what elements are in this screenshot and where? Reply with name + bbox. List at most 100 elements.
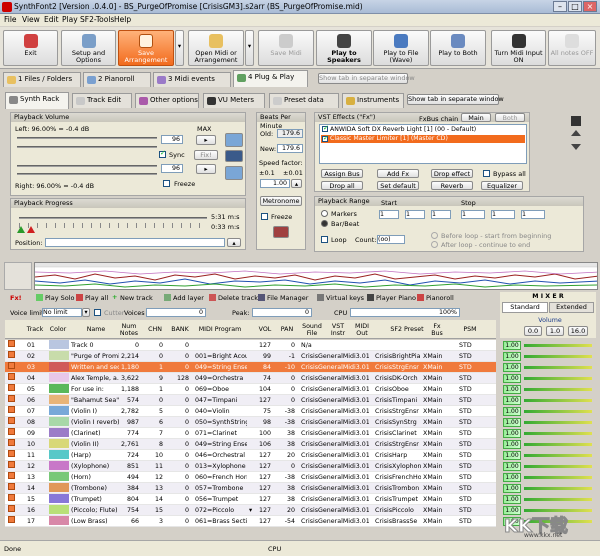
fx-toggle[interactable]: Fx!	[10, 294, 22, 302]
track-color-swatch[interactable]	[49, 494, 69, 503]
col-track[interactable]: Track	[25, 326, 45, 333]
table-row[interactable]: 02 "Purge of Promise2,214 0 0 001=Bright Aco…	[5, 351, 496, 362]
set-default-button[interactable]: Set default	[377, 181, 419, 190]
cutter-checkbox[interactable]	[94, 309, 101, 316]
main-bus-button[interactable]: Main	[461, 113, 491, 122]
track-enable-checkbox[interactable]	[8, 395, 15, 402]
cell-name[interactable]: (Violin I)	[71, 406, 119, 417]
speed-spin[interactable]: ▴	[291, 179, 302, 188]
track-enable-checkbox[interactable]	[8, 384, 15, 391]
tab-files-folders[interactable]: 1 Files / Folders	[3, 72, 81, 87]
mixer-preset-16[interactable]: 16.0	[568, 326, 588, 336]
mixer-extended-tab[interactable]: Extended	[549, 302, 594, 313]
mixer-level-value[interactable]: 1.00	[503, 440, 521, 449]
track-enable-checkbox[interactable]	[8, 362, 15, 369]
both-bus-button[interactable]: Both	[495, 113, 525, 122]
move-up-icon[interactable]	[571, 130, 581, 136]
open-dropdown-button[interactable]: ▾	[245, 30, 254, 66]
table-row[interactable]: 16 (Piccolo; Flute) 754 15 0 072=Piccolo 127 20…	[5, 505, 496, 516]
mixer-level-value[interactable]: 1.00	[503, 429, 521, 438]
volume-up-icon[interactable]	[225, 133, 243, 147]
table-row[interactable]: 09 (Clarinet) 774 7 0 071=Clarinet 100 38 Crisis…	[5, 428, 496, 439]
menu-help[interactable]: Help	[114, 15, 131, 24]
metronome-button[interactable]: Metronome	[260, 196, 302, 206]
menu-edit[interactable]: Edit	[44, 15, 59, 24]
mixer-channel[interactable]: 1.00	[500, 395, 595, 406]
add-fx-button[interactable]: Add Fx	[377, 169, 419, 178]
track-color-swatch[interactable]	[49, 505, 69, 514]
mixer-channel[interactable]: 1.00	[500, 461, 595, 472]
right-volume-slider[interactable]	[17, 165, 157, 167]
vst-effect-checkbox[interactable]	[322, 124, 329, 132]
mixer-volume-fader[interactable]	[524, 454, 592, 457]
drop-all-button[interactable]: Drop all	[321, 181, 363, 190]
menu-play[interactable]: Play	[62, 15, 78, 24]
col-pan[interactable]: PAN	[277, 326, 297, 333]
move-down-icon[interactable]	[571, 144, 581, 150]
mixer-channel[interactable]: 1.00	[500, 494, 595, 505]
reverb-button[interactable]: Reverb	[431, 181, 473, 190]
mixer-channel[interactable]: 1.00	[500, 417, 595, 428]
cell-name[interactable]: "Purge of Promise	[71, 351, 119, 362]
equalizer-button[interactable]: Equalizer	[481, 181, 523, 190]
song-overview-graph[interactable]	[34, 262, 598, 290]
cell-name[interactable]: (Trombone)	[71, 483, 119, 494]
player-piano-button[interactable]: Player Piano	[376, 294, 416, 302]
setup-button[interactable]: Setup and Options	[61, 30, 116, 66]
table-row[interactable]: 06 "Bahamut Sea" 574 0 0 047=Timpani 127 0 Crisi…	[5, 395, 496, 406]
start-tick-input[interactable]: 1	[431, 210, 451, 219]
vst-effect-item-selected[interactable]: Classic Master Limiter [1] (Master CD)	[321, 135, 525, 143]
tab-preset-data[interactable]: Preset data	[269, 93, 339, 108]
track-color-swatch[interactable]	[49, 439, 69, 448]
table-row[interactable]: 04 Alex Temple, a.k.a3,622 9 128 049=Orchest…	[5, 373, 496, 384]
mixer-volume-fader[interactable]	[524, 498, 592, 501]
new-track-button[interactable]: New track	[120, 294, 153, 302]
pianoroll-button[interactable]: Pianoroll	[426, 294, 454, 302]
mixer-preset-1[interactable]: 1.0	[546, 326, 564, 336]
col-midi-program[interactable]: MIDI Program	[195, 326, 245, 333]
col-vst-instr[interactable]: VST Instr	[327, 323, 349, 337]
save-midi-button[interactable]: Save Midi	[258, 30, 314, 66]
cell-name[interactable]: (Piccolo; Flute)	[71, 505, 119, 516]
drop-effect-button[interactable]: Drop effect	[431, 169, 473, 178]
table-row[interactable]: 11 (Harp) 724 10 0 046=Orchestral Ha 127 20 Cris…	[5, 450, 496, 461]
vst-edit-icon[interactable]	[571, 116, 581, 126]
track-enable-checkbox[interactable]	[8, 516, 15, 523]
tab-instruments[interactable]: Instruments	[342, 93, 404, 108]
start-marker-icon[interactable]	[17, 226, 25, 233]
play-solo-button[interactable]: Play Solo	[45, 294, 75, 302]
mixer-volume-fader[interactable]	[524, 432, 592, 435]
track-enable-checkbox[interactable]	[8, 505, 15, 512]
menu-file[interactable]: File	[4, 15, 17, 24]
cell-name[interactable]: (Horn)	[71, 472, 119, 483]
cell-name[interactable]: (Xylophone)	[71, 461, 119, 472]
cell-name[interactable]: (Violin I reverb)	[71, 417, 119, 428]
table-row[interactable]: 17 (Low Brass) 66 3 0 061=Brass Section 127 -54…	[5, 516, 496, 527]
col-sound-file[interactable]: Sound File	[300, 323, 324, 337]
loop-checkbox[interactable]	[321, 236, 328, 243]
track-color-swatch[interactable]	[49, 373, 69, 382]
volume-slider-track[interactable]	[17, 146, 157, 148]
tab-plug-play[interactable]: 4 Plug & Play	[233, 70, 308, 87]
col-num-notes[interactable]: Num Notes	[119, 323, 139, 337]
mixer-channel[interactable]: 1.00	[500, 384, 595, 395]
bypass-all-checkbox[interactable]	[483, 170, 490, 177]
track-enable-checkbox[interactable]	[8, 450, 15, 457]
progress-slider[interactable]	[19, 217, 207, 219]
mixer-volume-fader[interactable]	[524, 487, 592, 490]
mixer-channel[interactable]: 1.00	[500, 340, 595, 351]
cell-name[interactable]: (Trumpet)	[71, 494, 119, 505]
col-sf2-preset[interactable]: SF2 Preset	[385, 326, 429, 333]
virtual-keys-button[interactable]: Virtual keys	[326, 294, 364, 302]
table-row[interactable]: 08 (Violin I reverb) 987 6 0 050=SynthStrings…	[5, 417, 496, 428]
cell-name[interactable]: Alex Temple, a.k.a	[71, 373, 119, 384]
mixer-volume-fader[interactable]	[524, 465, 592, 468]
mixer-volume-fader[interactable]	[524, 388, 592, 391]
show-tab-window-button[interactable]: Show tab in separate window	[318, 73, 415, 84]
stop-beat-input[interactable]: 1	[491, 210, 515, 219]
table-row[interactable]: 07 (Violin I) 2,782 5 0 040=Violin 75 -38 Crisis…	[5, 406, 496, 417]
col-name[interactable]: Name	[71, 326, 121, 333]
volume-down-icon[interactable]	[225, 166, 243, 180]
cell-name[interactable]: For use in:	[71, 384, 119, 395]
barbeat-radio[interactable]	[321, 220, 328, 227]
